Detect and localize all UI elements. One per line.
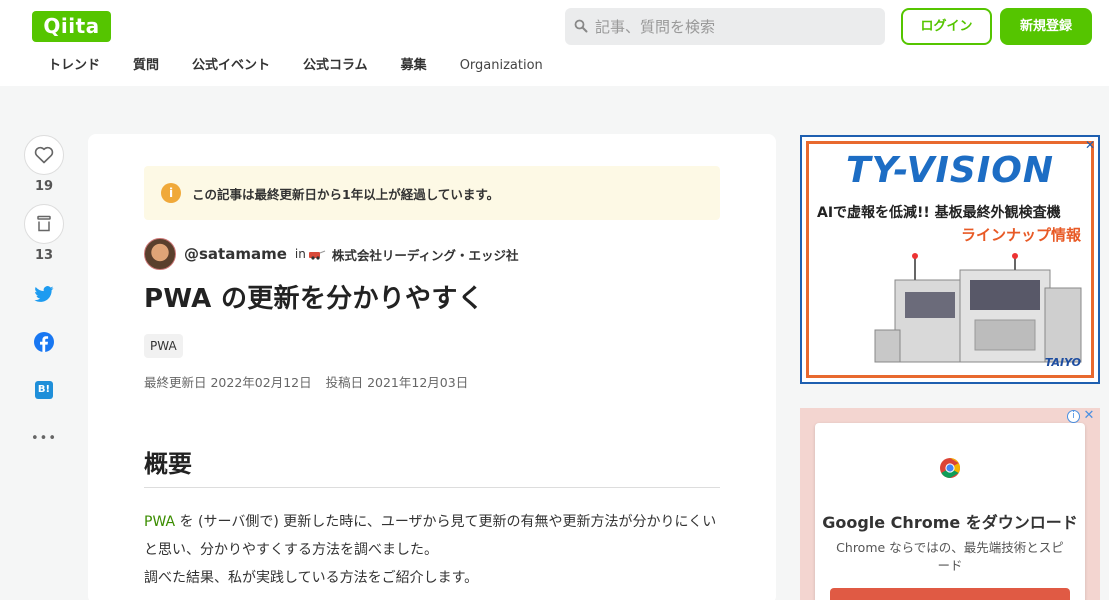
ad-card: Google Chrome をダウンロード Chrome ならではの、最先端技術… xyxy=(815,423,1085,600)
search-input[interactable] xyxy=(595,8,875,45)
ad-heading: Google Chrome をダウンロード xyxy=(822,513,1078,532)
nav-official-columns[interactable]: 公式コラム xyxy=(303,56,368,78)
paragraph-1: PWA を (サーバ側で) 更新した時に、ユーザから見て更新の有無や更新方法が分… xyxy=(144,508,724,564)
article-body: PWA を (サーバ側で) 更新した時に、ユーザから見て更新の有無や更新方法が分… xyxy=(144,508,724,592)
like-count: 19 xyxy=(34,179,54,194)
section-heading: 概要 xyxy=(144,444,720,488)
ad-frame: TY-VISION AIで虚報を低減!! 基板最終外観検査機 ラインナップ情報 … xyxy=(806,141,1094,378)
stock-icon xyxy=(37,215,51,232)
tag-pwa[interactable]: PWA xyxy=(144,334,183,358)
author-line: @satamame in 株式会社リーディング・エッジ社 xyxy=(144,238,519,270)
outdated-notice: i この記事は最終更新日から1年以上が経過しています。 xyxy=(144,166,720,220)
main-nav: トレンド 質問 公式イベント 公式コラム 募集 Organization xyxy=(32,56,576,78)
ellipsis-icon: ••• xyxy=(30,430,57,446)
twitter-share[interactable] xyxy=(24,283,64,305)
stock-button[interactable] xyxy=(24,204,64,244)
pwa-link[interactable]: PWA xyxy=(144,514,175,530)
nav-trend[interactable]: トレンド xyxy=(48,56,100,78)
ad-banner-tyvision[interactable]: TY-VISION AIで虚報を低減!! 基板最終外観検査機 ラインナップ情報 … xyxy=(800,135,1100,384)
ad-text: Chrome ならではの、最先端技術とスピード xyxy=(836,540,1064,573)
ad-subheadline: ラインナップ情報 xyxy=(960,226,1081,244)
organization-name[interactable]: 株式会社リーディング・エッジ社 xyxy=(332,245,519,264)
ad-info-icon[interactable]: i xyxy=(1067,410,1080,423)
action-rail: 19 13 B! ••• xyxy=(24,135,64,449)
inspection-machine-image xyxy=(874,253,1082,363)
facebook-icon xyxy=(34,332,54,352)
ad-close-icon[interactable]: ✕ xyxy=(1082,409,1096,423)
like-button[interactable] xyxy=(24,135,64,175)
ad-cta-button[interactable] xyxy=(830,588,1070,600)
search-box[interactable] xyxy=(565,8,885,45)
hatena-share[interactable]: B! xyxy=(24,379,64,401)
qiita-logo[interactable]: Qiita xyxy=(32,11,111,42)
signup-button[interactable]: 新規登録 xyxy=(1000,8,1092,45)
ad-maker: TAIYO xyxy=(1044,356,1081,369)
facebook-share[interactable] xyxy=(24,331,64,353)
nav-official-events[interactable]: 公式イベント xyxy=(192,56,270,78)
site-header: Qiita ログイン 新規登録 トレンド 質問 公式イベント 公式コラム 募集 … xyxy=(0,0,1109,86)
twitter-icon xyxy=(34,285,54,302)
login-button[interactable]: ログイン xyxy=(901,8,992,45)
ad-close-icon[interactable]: ✕ xyxy=(1084,139,1096,151)
article-title: PWA の更新を分かりやすく xyxy=(144,284,484,314)
ad-banner-chrome[interactable]: i ✕ Google Chrome をダウンロード Chrome ならではの、最… xyxy=(800,408,1100,600)
author-username[interactable]: @satamame xyxy=(184,245,287,263)
in-label: in xyxy=(294,247,306,261)
search-icon xyxy=(574,19,588,33)
nav-recruitment[interactable]: 募集 xyxy=(401,56,427,78)
paragraph-1-text: を (サーバ側で) 更新した時に、ユーザから見て更新の有無や更新方法が分かりにく… xyxy=(144,514,717,558)
notice-text: この記事は最終更新日から1年以上が経過しています。 xyxy=(192,187,500,202)
heart-icon xyxy=(34,146,54,164)
chrome-logo-icon xyxy=(940,458,960,478)
avatar[interactable] xyxy=(144,238,176,270)
ad-headline: AIで虚報を低減!! 基板最終外観検査機 xyxy=(817,205,1061,221)
nav-organization[interactable]: Organization xyxy=(460,56,543,78)
organization-logo-icon xyxy=(308,250,326,260)
more-button[interactable]: ••• xyxy=(24,427,64,449)
ad-brand: TY-VISION xyxy=(846,150,1054,191)
updated-date: 最終更新日 2022年02月12日 xyxy=(144,375,312,390)
posted-date: 投稿日 2021年12月03日 xyxy=(325,375,469,390)
stock-count: 13 xyxy=(34,248,54,263)
info-icon: i xyxy=(161,183,181,203)
nav-questions[interactable]: 質問 xyxy=(133,56,159,78)
article-card: i この記事は最終更新日から1年以上が経過しています。 @satamame in… xyxy=(88,134,776,600)
article-dates: 最終更新日 2022年02月12日 投稿日 2021年12月03日 xyxy=(144,372,468,391)
hatena-bookmark-icon: B! xyxy=(35,381,53,399)
paragraph-2: 調べた結果、私が実践している方法をご紹介します。 xyxy=(144,570,479,586)
